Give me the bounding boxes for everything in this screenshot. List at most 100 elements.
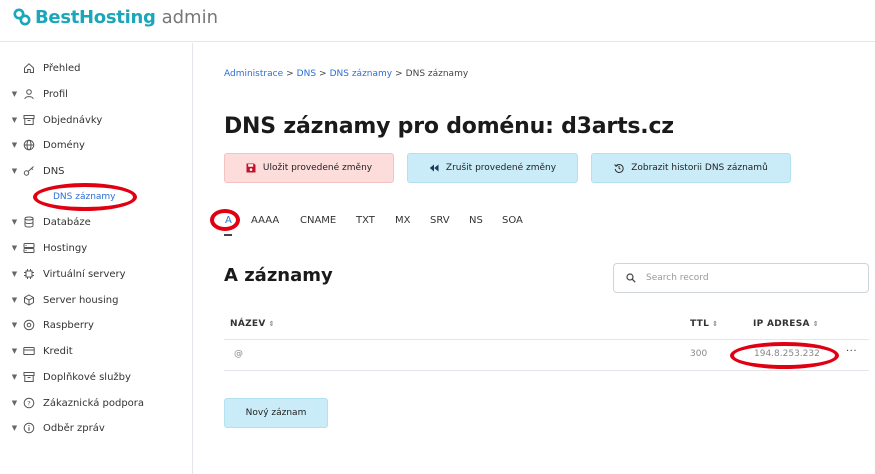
annotation-circle-tab [210, 209, 240, 231]
sidebar-item-label: Server housing [43, 294, 119, 306]
chevron-down-icon: ▼ [11, 90, 18, 98]
sidebar-item-objednavky[interactable]: ▼ Objednávky [0, 109, 193, 131]
sidebar-item-domeny[interactable]: ▼ Domény [0, 134, 193, 156]
sort-icon: ⇕ [268, 320, 275, 328]
globe-icon [22, 138, 36, 152]
sidebar-item-virtualni-servery[interactable]: ▼ Virtuální servery [0, 263, 193, 285]
floppy-disk-icon [246, 163, 256, 173]
sidebar-item-doplnkove-sluzby[interactable]: ▼ Doplňkové služby [0, 366, 193, 388]
record-ttl: 300 [690, 349, 708, 359]
breadcrumb-link-dns[interactable]: DNS [297, 69, 316, 79]
dns-history-label: Zobrazit historii DNS záznamů [631, 163, 768, 173]
dns-history-button[interactable]: Zobrazit historii DNS záznamů [591, 153, 791, 183]
user-icon [22, 87, 36, 101]
sidebar: Přehled ▼ Profil ▼ Objednávky ▼ Domény ▼… [0, 43, 193, 474]
sort-icon: ⇕ [712, 320, 719, 328]
cancel-changes-button[interactable]: Zrušit provedené změny [407, 153, 578, 183]
sidebar-item-label: Databáze [43, 216, 91, 228]
column-header-ttl[interactable]: TTL ⇕ [690, 319, 718, 329]
column-header-ip-adresa[interactable]: IP ADRESA ⇕ [753, 319, 819, 329]
sidebar-item-odber-zprav[interactable]: ▼ Odběr zpráv [0, 417, 193, 439]
save-changes-label: Uložit provedené změny [262, 163, 373, 173]
chevron-down-icon: ▼ [11, 116, 18, 124]
history-icon [614, 163, 624, 173]
sidebar-item-label: Odběr zpráv [43, 422, 105, 434]
sidebar-item-prehled[interactable]: Přehled [0, 57, 193, 79]
sidebar-item-hostingy[interactable]: ▼ Hostingy [0, 237, 193, 259]
sidebar-item-label: Objednávky [43, 114, 103, 126]
sidebar-item-label: Přehled [43, 62, 81, 74]
tab-txt[interactable]: TXT [356, 215, 375, 226]
row-menu-icon[interactable]: ··· [846, 346, 857, 357]
top-bar: BestHosting admin [0, 0, 875, 42]
database-icon [22, 215, 36, 229]
breadcrumb: Administrace > DNS > DNS záznamy > DNS záznamy [224, 69, 469, 79]
sidebar-item-zakaznicka-podpora[interactable]: ▼ ? Zákaznická podpora [0, 392, 193, 414]
brand-mark-icon [13, 8, 31, 26]
new-record-button[interactable]: Nový záznam [224, 398, 328, 428]
sidebar-item-kredit[interactable]: ▼ Kredit [0, 340, 193, 362]
sidebar-item-server-housing[interactable]: ▼ Server housing [0, 289, 193, 311]
chevron-down-icon: ▼ [11, 141, 18, 149]
table-row-divider [224, 370, 869, 371]
chip-icon [22, 267, 36, 281]
tab-ns[interactable]: NS [469, 215, 483, 226]
search-input[interactable] [646, 273, 846, 283]
server-icon [22, 241, 36, 255]
chevron-down-icon: ▼ [11, 373, 18, 381]
sidebar-item-label: Profil [43, 88, 68, 100]
sidebar-item-label: Raspberry [43, 319, 94, 331]
sidebar-item-profil[interactable]: ▼ Profil [0, 83, 193, 105]
chevron-down-icon: ▼ [11, 347, 18, 355]
sidebar-item-databaze[interactable]: ▼ Databáze [0, 211, 193, 233]
cube-icon [22, 293, 36, 307]
sidebar-item-label: DNS [43, 165, 65, 177]
chevron-down-icon: ▼ [11, 218, 18, 226]
sidebar-item-raspberry[interactable]: ▼ Raspberry [0, 314, 193, 336]
brand-name: BestHosting [35, 6, 156, 28]
annotation-circle-ip [730, 342, 839, 369]
tab-soa[interactable]: SOA [502, 215, 523, 226]
tab-aaaa[interactable]: AAAA [251, 215, 279, 226]
sidebar-item-label: Domény [43, 139, 85, 151]
chevron-down-icon: ▼ [11, 270, 18, 278]
help-icon: ? [22, 396, 36, 410]
tab-cname[interactable]: CNAME [300, 215, 336, 226]
sidebar-item-label: Kredit [43, 345, 73, 357]
table-header-divider [224, 339, 869, 340]
archive-icon [22, 113, 36, 127]
brand-logo[interactable]: BestHosting admin [12, 5, 218, 29]
home-icon [22, 61, 36, 75]
chevron-down-icon: ▼ [11, 321, 18, 329]
breadcrumb-current: DNS záznamy [405, 69, 469, 79]
chevron-down-icon: ▼ [11, 399, 18, 407]
credit-card-icon [22, 344, 36, 358]
sidebar-item-label: Doplňkové služby [43, 371, 131, 383]
tab-mx[interactable]: MX [395, 215, 410, 226]
sidebar-item-dns[interactable]: ▼ DNS [0, 160, 193, 182]
search-box[interactable] [613, 263, 869, 293]
sidebar-item-label: Zákaznická podpora [43, 397, 145, 409]
target-icon [22, 318, 36, 332]
sidebar-item-label: Hostingy [43, 242, 88, 254]
chevron-down-icon: ▼ [11, 167, 18, 175]
save-changes-button[interactable]: Uložit provedené změny [224, 153, 394, 183]
brand-suffix: admin [161, 6, 218, 28]
chevron-down-icon: ▼ [11, 424, 18, 432]
main-content: Administrace > DNS > DNS záznamy > DNS záznamy… [193, 43, 875, 474]
cancel-changes-label: Zrušit provedené změny [445, 163, 557, 173]
annotation-circle-sidebar [33, 183, 137, 211]
tab-srv[interactable]: SRV [430, 215, 450, 226]
section-title: A záznamy [224, 265, 333, 286]
column-header-nazev[interactable]: NÁZEV ⇕ [230, 319, 275, 329]
active-tab-indicator [224, 234, 232, 236]
svg-text:?: ? [27, 399, 30, 407]
key-icon [22, 164, 36, 178]
sidebar-item-label: Virtuální servery [43, 268, 126, 280]
page-title: DNS záznamy pro doménu: d3arts.cz [224, 114, 674, 139]
breadcrumb-link-administrace[interactable]: Administrace [224, 69, 283, 79]
search-icon [626, 273, 636, 283]
archive-icon [22, 370, 36, 384]
record-name: @ [234, 349, 243, 359]
breadcrumb-link-dns-zaznamy[interactable]: DNS záznamy [330, 69, 393, 79]
